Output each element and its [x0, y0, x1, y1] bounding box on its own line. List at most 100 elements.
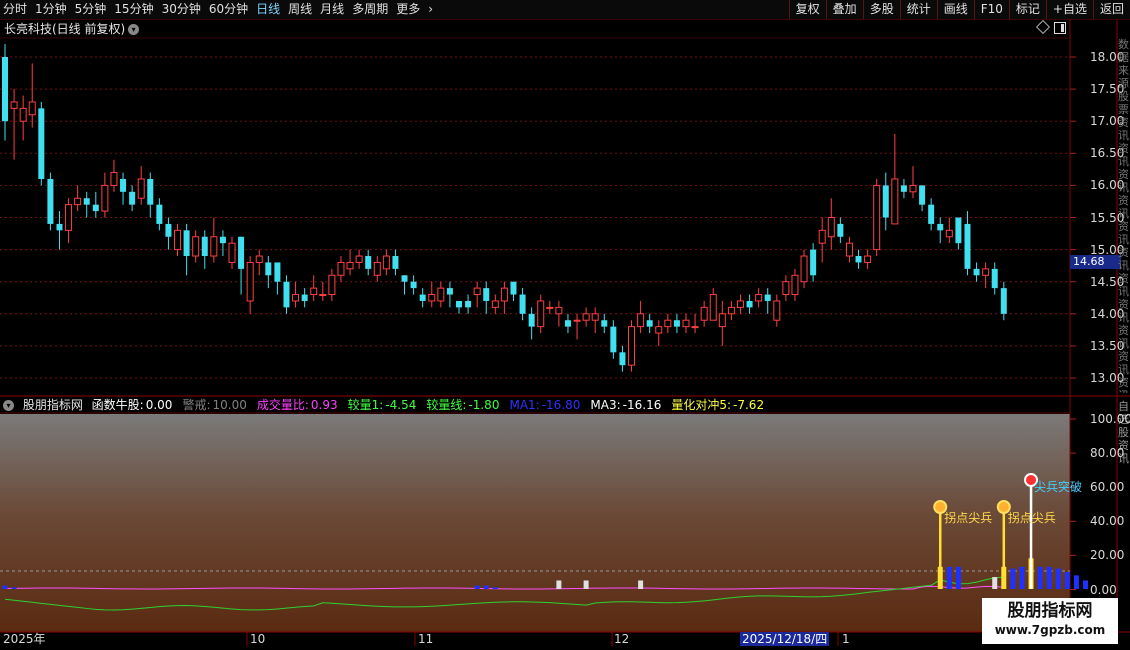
candle-body: [419, 294, 426, 301]
candle-body: [101, 184, 109, 212]
candle-body: [746, 300, 753, 308]
indicator-value: 成交量比: 0.93: [257, 398, 343, 412]
candle-body: [582, 313, 590, 321]
candle-body: [38, 108, 45, 179]
candle-body: [156, 204, 163, 224]
candle-body: [137, 178, 145, 199]
volume-bar: [2, 585, 8, 589]
candle-body: [937, 223, 944, 231]
candle-body: [228, 242, 236, 263]
candle-body: [691, 326, 699, 329]
candle-body: [700, 306, 708, 321]
candle-body: [764, 294, 771, 301]
indicator-tick: 20.00: [1090, 548, 1125, 563]
candle-body: [919, 185, 926, 205]
indicator-value: 警戒: 10.00: [182, 398, 251, 412]
date-label: 12: [614, 632, 630, 646]
candle-body: [837, 223, 844, 237]
indicator-number: -1.80: [468, 398, 500, 412]
volume-bar: [556, 580, 562, 589]
candle-body: [483, 288, 490, 301]
date-label: 10: [250, 632, 266, 646]
cursor-date: 2025/12/18/四: [740, 632, 830, 646]
candle-body: [428, 294, 436, 302]
candle-body: [283, 281, 290, 308]
candle-body: [864, 255, 872, 263]
candle-body: [528, 313, 535, 327]
indicator-number: 0.00: [145, 398, 173, 412]
candle-body: [564, 320, 571, 327]
signal-label: 拐点尖兵: [1008, 510, 1056, 525]
candle-body: [500, 287, 508, 302]
candle-body: [437, 287, 445, 302]
candle-body: [655, 326, 663, 334]
candle-body: [1000, 288, 1007, 314]
indicator-number: 0.93: [310, 398, 338, 412]
chevron-down-icon[interactable]: ▾: [3, 400, 14, 411]
indicator-value: MA1: -16.80: [509, 398, 585, 412]
candle-body: [265, 262, 272, 276]
volume-bar: [1073, 575, 1079, 589]
indicator-number: 10.00: [212, 398, 247, 412]
candle-body: [682, 319, 690, 328]
candle-body: [346, 261, 354, 270]
kline-chart: 拐点尖兵 拐点尖兵 尖兵突破: [0, 19, 1130, 646]
indicator-header: ▾ 股朋指标网 函数牛股: 0.00 警戒: 10.00 成交量比: 0.93 较量1: -4…: [3, 398, 774, 413]
candle-body: [65, 204, 73, 231]
candle-body: [628, 326, 636, 366]
candle-body: [337, 261, 345, 276]
candle-body: [827, 217, 835, 238]
candle-body: [491, 300, 499, 308]
indicator-tick: 80.00: [1090, 446, 1125, 461]
candle-body: [591, 313, 599, 321]
indicator-label: 函数牛股:: [91, 398, 144, 412]
indicator-value: 量化对冲5: -7.62: [671, 398, 769, 412]
indicator-tick: 0.00: [1090, 582, 1117, 597]
indicator-number: -16.80: [541, 398, 581, 412]
candle-body: [573, 319, 581, 322]
candle-body: [873, 184, 881, 251]
candle-body: [473, 287, 481, 296]
date-axis: 2025/12/18/四 2025年 10 11 12 1: [0, 632, 1130, 650]
indicator-label: MA1:: [509, 398, 540, 412]
candle-body: [47, 178, 54, 224]
candle-body: [328, 274, 336, 296]
candle-body: [28, 101, 36, 116]
volume-bar: [946, 566, 952, 589]
candle-body: [945, 229, 953, 238]
candle-body: [900, 185, 907, 192]
candle-body: [382, 255, 390, 270]
signal-label: 尖兵突破: [1034, 479, 1082, 494]
candle-body: [510, 281, 517, 295]
volume-bar: [11, 587, 17, 589]
indicator-label: 较量线:: [426, 398, 467, 412]
volume-bar: [1055, 568, 1061, 589]
watermark-url: www.7gpzb.com: [994, 623, 1106, 637]
indicator-number: -4.54: [385, 398, 417, 412]
candle-body: [246, 261, 254, 302]
side-info-strip: 数据来源股票资讯资讯资讯资讯资讯资讯资讯资讯资讯资讯资讯开盘资讯资讯: [1118, 38, 1129, 393]
candle-body: [301, 294, 308, 301]
watermark-title: 股朋指标网: [1007, 601, 1093, 621]
volume-bar: [1083, 580, 1089, 589]
candle-body: [120, 178, 127, 192]
candle-body: [310, 287, 318, 296]
candle-body: [646, 320, 653, 327]
candle-body: [546, 306, 554, 309]
date-label: 2025年: [3, 632, 46, 646]
indicator-label: 较量1:: [347, 398, 384, 412]
current-price-tag: 14.68: [1070, 255, 1121, 269]
candle-body: [891, 178, 899, 225]
volume-bar: [955, 566, 961, 589]
candle-body: [319, 294, 327, 297]
candle-body: [955, 217, 962, 244]
indicator-label: 成交量比:: [256, 398, 309, 412]
candle-body: [465, 300, 472, 308]
candle-body: [964, 223, 971, 269]
candle-body: [19, 107, 27, 122]
volume-bar: [583, 580, 589, 589]
volume-bar: [1037, 566, 1043, 589]
candle-body: [2, 57, 8, 122]
indicator-name[interactable]: 股朋指标网: [23, 398, 83, 412]
candle-body: [238, 236, 245, 269]
